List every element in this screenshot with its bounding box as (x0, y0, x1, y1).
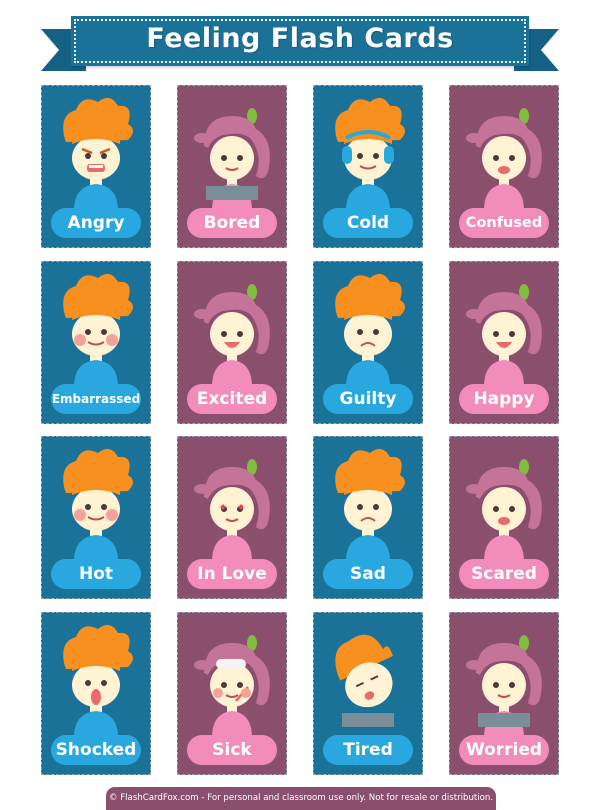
card-label: Confused (459, 208, 549, 238)
cold-boy-illustration (335, 97, 405, 211)
card-label: Sick (187, 735, 277, 765)
card-label: Bored (187, 208, 277, 238)
card-label: Shocked (51, 735, 141, 765)
in-love-girl-illustration (194, 459, 270, 562)
flash-card-shocked: Shocked (41, 612, 151, 775)
card-label: Scared (459, 559, 549, 589)
title-banner: Feeling Flash Cards (71, 16, 529, 66)
card-label: In Love (187, 559, 277, 589)
tired-boy-illustration (335, 634, 394, 727)
flash-card-cold: Cold (313, 85, 423, 248)
worried-girl-illustration (466, 635, 542, 738)
card-label: Hot (51, 559, 141, 589)
sick-girl-illustration (194, 635, 270, 738)
flash-card-excited: Excited (177, 261, 287, 424)
bored-girl-illustration (194, 108, 270, 211)
angry-boy-illustration (63, 97, 134, 211)
flash-card-angry: Angry (41, 85, 151, 248)
flash-card-tired: Tired (313, 612, 423, 775)
card-label: Worried (459, 735, 549, 765)
card-label: Embarrassed (51, 384, 141, 414)
scared-girl-illustration (466, 459, 542, 562)
card-label: Tired (323, 735, 413, 765)
flash-card-bored: Bored (177, 85, 287, 248)
hot-boy-illustration (63, 448, 134, 562)
sad-boy-illustration (335, 448, 405, 562)
card-label: Sad (323, 559, 413, 589)
happy-girl-illustration (466, 284, 542, 387)
flash-card-guilty: Guilty (313, 261, 423, 424)
card-label: Angry (51, 208, 141, 238)
card-label: Excited (187, 384, 277, 414)
confused-girl-illustration (466, 108, 542, 211)
card-label: Guilty (323, 384, 413, 414)
embarrassed-boy-illustration (63, 273, 134, 387)
shocked-boy-illustration (63, 624, 134, 738)
card-label: Cold (323, 208, 413, 238)
flash-card-sad: Sad (313, 436, 423, 599)
flash-card-confused: Confused (449, 85, 559, 248)
flash-card-in-love: In Love (177, 436, 287, 599)
flash-card-worried: Worried (449, 612, 559, 775)
page-title: Feeling Flash Cards (146, 23, 454, 54)
flash-card-hot: Hot (41, 436, 151, 599)
excited-girl-illustration (194, 284, 270, 387)
guilty-boy-illustration (335, 273, 405, 387)
flash-card-happy: Happy (449, 261, 559, 424)
flash-card-scared: Scared (449, 436, 559, 599)
copyright-footer: © FlashCardFox.com - For personal and cl… (106, 787, 496, 810)
flash-card-sick: Sick (177, 612, 287, 775)
flash-card-embarrassed: Embarrassed (41, 261, 151, 424)
card-label: Happy (459, 384, 549, 414)
